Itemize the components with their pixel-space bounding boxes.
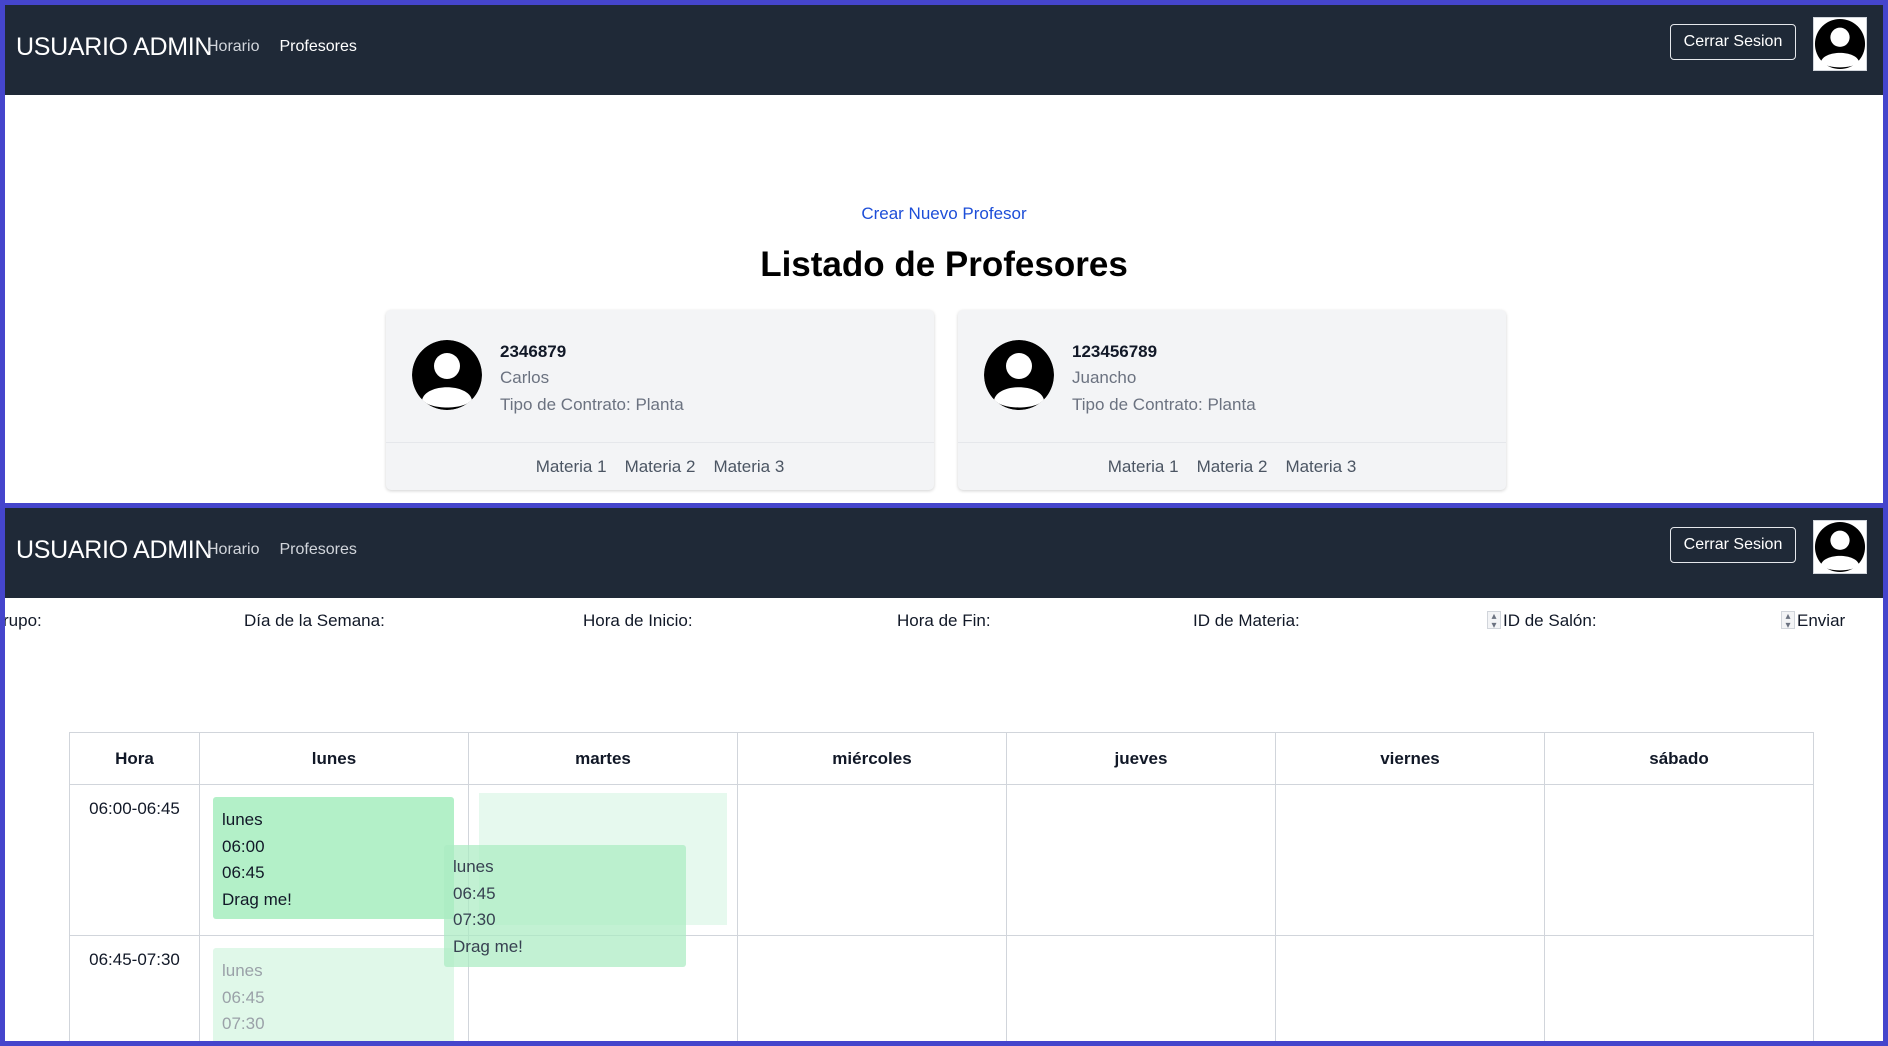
slot-cell[interactable]: [1275, 784, 1545, 936]
subject-item: Materia 1: [535, 456, 607, 476]
id-salon-stepper[interactable]: ▴ ▾: [1781, 611, 1795, 631]
user-avatar-icon[interactable]: [1813, 520, 1867, 574]
table-row: 06:00-06:45 lunes 06:00 06:45 Drag me!: [69, 784, 1814, 936]
professor-card[interactable]: 2346879 Carlos Tipo de Contrato: Planta …: [386, 310, 934, 490]
logout-button[interactable]: Cerrar Sesion: [1670, 527, 1796, 563]
professor-id: 2346879: [500, 342, 567, 361]
slot-cell[interactable]: [1006, 784, 1276, 936]
professor-avatar-icon: [984, 340, 1054, 410]
professor-name: Juancho: [1072, 368, 1137, 387]
slot-cell[interactable]: [1544, 935, 1814, 1041]
event-start: 06:45: [222, 987, 265, 1007]
event-start: 06:45: [453, 883, 496, 903]
header-sabado: sábado: [1544, 732, 1814, 785]
hour-cell: 06:00-06:45: [69, 784, 200, 936]
schedule-form: rupo: Día de la Semana: Hora de Inicio: …: [5, 611, 1883, 635]
grupo-label: rupo:: [3, 611, 42, 630]
id-materia-label: ID de Materia:: [1193, 611, 1300, 630]
slot-cell[interactable]: [1544, 784, 1814, 936]
professor-subjects: Materia 1 Materia 2 Materia 3: [958, 442, 1506, 490]
slot-cell[interactable]: [1006, 935, 1276, 1041]
dia-label: Día de la Semana:: [244, 611, 385, 630]
event-end: 06:45: [222, 863, 265, 882]
slot-cell[interactable]: [737, 935, 1007, 1041]
event-end: 07:30: [222, 1014, 265, 1033]
slot-cell[interactable]: lunes 06:45 07:30 Drag me!: [199, 935, 469, 1042]
professor-name: Carlos: [500, 368, 550, 387]
slot-cell[interactable]: lunes 06:00 06:45 Drag me!: [199, 784, 469, 936]
brand-title: USUARIO ADMIN: [16, 536, 213, 564]
nav-link-horario[interactable]: Horario: [207, 541, 259, 559]
event-text: Drag me!: [222, 1038, 445, 1042]
hour-cell: 06:45-07:30: [69, 935, 200, 1041]
id-salon-label: ID de Salón:: [1503, 611, 1597, 630]
user-avatar-icon[interactable]: [1813, 17, 1867, 71]
logout-button[interactable]: Cerrar Sesion: [1670, 24, 1796, 60]
header-martes: martes: [468, 732, 738, 785]
header-lunes: lunes: [199, 732, 469, 785]
slot-cell[interactable]: [737, 784, 1007, 936]
nav-links: Horario Profesores: [207, 541, 357, 559]
schedule-event[interactable]: lunes 06:00 06:45 Drag me!: [213, 797, 454, 919]
professor-contract: Tipo de Contrato: Planta: [1072, 395, 1256, 414]
bottom-navbar: USUARIO ADMIN Horario Profesores Cerrar …: [5, 508, 1883, 598]
professor-avatar-icon: [412, 340, 482, 410]
event-day: lunes: [222, 961, 263, 980]
page-title: Listado de Profesores: [760, 245, 1128, 284]
table-row: 06:45-07:30 lunes 06:45 07:30 Drag me!: [69, 935, 1814, 1042]
subject-item: Materia 1: [1107, 456, 1179, 476]
schedule-header-row: Hora lunes martes miércoles jueves viern…: [69, 732, 1814, 785]
create-professor-link[interactable]: Crear Nuevo Profesor: [5, 204, 1883, 224]
professor-contract: Tipo de Contrato: Planta: [500, 395, 684, 414]
nav-link-horario[interactable]: Horario: [207, 38, 259, 56]
nav-link-profesores[interactable]: Profesores: [279, 38, 356, 56]
hora-fin-label: Hora de Fin:: [897, 611, 991, 630]
schedule-table: Hora lunes martes miércoles jueves viern…: [69, 732, 1814, 1042]
dragging-event[interactable]: lunes 06:45 07:30 Drag me!: [444, 845, 686, 967]
nav-link-profesores[interactable]: Profesores: [279, 541, 356, 559]
schedule-event-ghost[interactable]: lunes 06:45 07:30 Drag me!: [213, 948, 454, 1042]
slot-cell[interactable]: [1275, 935, 1545, 1041]
id-materia-stepper[interactable]: ▴ ▾: [1487, 611, 1501, 631]
subject-item: Materia 2: [624, 456, 696, 476]
subject-item: Materia 2: [1196, 456, 1268, 476]
professors-window: USUARIO ADMIN Horario Profesores Cerrar …: [0, 0, 1888, 508]
header-jueves: jueves: [1006, 732, 1276, 785]
event-day: lunes: [453, 857, 494, 876]
schedule-window: USUARIO ADMIN Horario Profesores Cerrar …: [0, 503, 1888, 1046]
professor-subjects: Materia 1 Materia 2 Materia 3: [386, 442, 934, 490]
event-day: lunes: [222, 810, 263, 829]
professor-card[interactable]: 123456789 Juancho Tipo de Contrato: Plan…: [958, 310, 1506, 490]
header-miercoles: miércoles: [737, 732, 1007, 785]
submit-button[interactable]: Enviar: [1797, 611, 1845, 631]
top-navbar: USUARIO ADMIN Horario Profesores Cerrar …: [5, 5, 1883, 95]
subject-item: Materia 3: [1285, 456, 1357, 476]
event-end: 07:30: [453, 910, 496, 929]
brand-title: USUARIO ADMIN: [16, 33, 213, 61]
subject-item: Materia 3: [713, 456, 785, 476]
header-viernes: viernes: [1275, 732, 1545, 785]
event-start: 06:00: [222, 836, 265, 856]
nav-links: Horario Profesores: [207, 38, 357, 56]
header-hora: Hora: [69, 732, 200, 785]
event-text: Drag me!: [222, 889, 292, 909]
event-text: Drag me!: [453, 936, 523, 956]
hora-inicio-label: Hora de Inicio:: [583, 611, 693, 630]
professor-id: 123456789: [1072, 342, 1158, 361]
